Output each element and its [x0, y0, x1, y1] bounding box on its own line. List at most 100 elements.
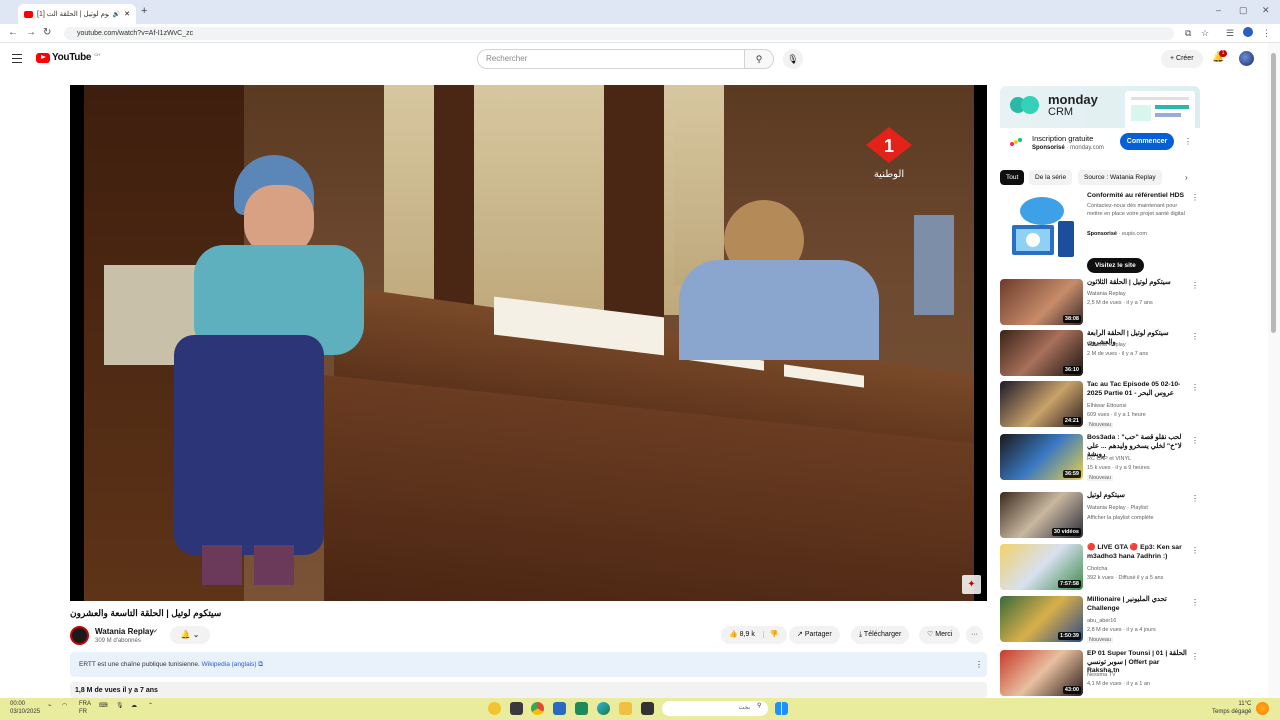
chip-series[interactable]: De la série	[1029, 170, 1073, 185]
rec-menu-icon[interactable]: ⋮	[1191, 383, 1199, 392]
description-box[interactable]: 1,8 M de vues il y a 7 ans	[70, 682, 987, 698]
sponsored-card[interactable]: Conformité au référentiel HDS Contactez-…	[1000, 191, 1200, 273]
watermark-icon: ✦	[962, 575, 981, 594]
recommendation-card[interactable]: 36:10 سيتكوم لوتيل | الحلقة الرابعة والع…	[1000, 330, 1200, 377]
install-app-icon[interactable]: ⧉	[1185, 28, 1191, 39]
subscription-bell-button[interactable]: 🔔 ⌄	[170, 626, 210, 644]
url-field[interactable]: youtube.com/watch?v=Af-I1zWvC_zc	[64, 27, 1174, 40]
download-button[interactable]: ⤓ Télécharger	[851, 626, 910, 644]
terminal-icon[interactable]	[641, 702, 654, 715]
rec-menu-icon[interactable]: ⋮	[1191, 436, 1199, 445]
rec-menu-icon[interactable]: ⋮	[1191, 332, 1199, 341]
language-indicator[interactable]: FRA FR	[79, 700, 91, 716]
rec-menu-icon[interactable]: ⋮	[1191, 281, 1199, 290]
rec-menu-icon[interactable]: ⋮	[1191, 652, 1199, 661]
rec-title: Tac au Tac Episode 05 02-10-2025 Partie …	[1087, 381, 1181, 397]
wifi-icon[interactable]: ◠	[62, 702, 67, 709]
mockup-bar	[1155, 113, 1181, 117]
windows-start-icon[interactable]	[775, 702, 788, 715]
share-label: Partager	[804, 631, 832, 638]
taskbar-search-input[interactable]: بحث	[662, 701, 768, 716]
wikipedia-link[interactable]: Wikipedia (anglais)	[202, 661, 257, 668]
share-button[interactable]: ↗ Partager	[789, 626, 840, 644]
microphone-icon[interactable]: 🎙	[116, 702, 124, 709]
store-icon[interactable]	[553, 702, 566, 715]
clock[interactable]: 00:00 03/10/2025	[10, 700, 40, 716]
recommendation-card[interactable]: 36:59 Bos3ada : لحب نقلو قصة "حب" لا"خ" …	[1000, 434, 1200, 484]
more-actions-button[interactable]: ···	[966, 626, 983, 644]
edge-icon[interactable]	[597, 702, 610, 715]
thanks-button[interactable]: ♡ Merci	[919, 626, 961, 644]
voice-search-mic-icon[interactable]: 🎙	[783, 49, 803, 69]
youtube-logo[interactable]: YouTube CH	[36, 52, 100, 63]
ad-cta-button[interactable]: Commencer	[1120, 133, 1174, 150]
channel-avatar[interactable]	[70, 626, 89, 645]
profile-icon[interactable]	[1243, 27, 1253, 37]
speaker-icon[interactable]: 🔊	[113, 11, 120, 18]
tab-close-icon[interactable]: ✕	[124, 10, 130, 18]
new-tab-button[interactable]: +	[141, 5, 147, 17]
chrome-icon[interactable]	[531, 702, 544, 715]
cloud-icon[interactable]: ☁	[131, 702, 137, 709]
rec-meta[interactable]: Afficher la playlist complète	[1087, 515, 1154, 521]
network-icon[interactable]: ⌁	[48, 702, 52, 709]
rec-menu-icon[interactable]: ⋮	[1191, 546, 1199, 555]
info-menu-icon[interactable]: ⋮	[975, 660, 983, 669]
extensions-icon[interactable]: ☰	[1226, 28, 1234, 39]
playlist-card[interactable]: 30 vidéos سيتكوم لوتيل Watania Replay · …	[1000, 492, 1200, 539]
copilot-icon[interactable]	[488, 702, 501, 715]
ad2-menu-icon[interactable]: ⋮	[1191, 193, 1199, 202]
file-explorer-icon[interactable]	[619, 702, 632, 715]
forward-arrow-icon[interactable]: →	[26, 27, 36, 38]
rec-meta: 15 k vues · il y a 9 heures	[1087, 465, 1150, 471]
video-thumbnail: 36:10	[1000, 330, 1083, 376]
rec-menu-icon[interactable]: ⋮	[1191, 598, 1199, 607]
video-frame: 1 الوطنية	[84, 85, 974, 601]
thumbs-down-icon[interactable]: 👎	[762, 631, 779, 638]
ad-screenshot-mockup	[1125, 91, 1195, 129]
menu-hamburger-icon[interactable]	[12, 54, 22, 63]
minimize-button[interactable]: –	[1216, 5, 1221, 15]
like-dislike-button[interactable]: 👍 8,9 k 👎	[721, 626, 787, 644]
video-player[interactable]: 1 الوطنية ✦	[70, 85, 987, 601]
search-button[interactable]: ⚲	[744, 49, 774, 69]
watania-channel-logo: 1 الوطنية	[866, 127, 912, 180]
browser-menu-icon[interactable]: ⋮	[1262, 28, 1271, 39]
ad-menu-icon[interactable]: ⋮	[1184, 137, 1192, 146]
browser-tab[interactable]: [1] سيتكوم لوتيل | الحلقة الت 🔊 ✕	[18, 4, 136, 24]
chip-source[interactable]: Source : Watania Replay	[1078, 170, 1162, 185]
reload-icon[interactable]: ↻	[43, 27, 51, 38]
chip-all[interactable]: Tout	[1000, 170, 1025, 185]
ad2-title: Conformité au référentiel HDS	[1087, 192, 1185, 199]
search-input[interactable]: Rechercher	[477, 49, 745, 69]
ad2-cta-button[interactable]: Visitez le site	[1087, 258, 1144, 273]
scrollbar-thumb[interactable]	[1271, 53, 1276, 333]
page-scrollbar[interactable]	[1268, 43, 1280, 698]
recommendation-card[interactable]: 38:08 سيتكوم لوتيل | الحلقة الثلاثون Wat…	[1000, 279, 1200, 326]
close-window-button[interactable]: ✕	[1262, 5, 1270, 16]
rec-menu-icon[interactable]: ⋮	[1191, 494, 1199, 503]
chips-next-chevron-icon[interactable]: ›	[1185, 173, 1188, 182]
maximize-button[interactable]: ▢	[1239, 5, 1248, 16]
recommendation-card[interactable]: 1:50:39 Millionaire | تحدي المليونير Cha…	[1000, 596, 1200, 643]
weather-widget[interactable]: 11°C Temps dégagé	[1212, 700, 1251, 716]
duration-badge: 1:50:39	[1058, 632, 1081, 640]
tray-chevron-icon[interactable]: ⌃	[148, 702, 153, 709]
recommendation-card[interactable]: 43:00 EP 01 Super Tounsi | 01 الحلقة | س…	[1000, 650, 1200, 696]
windows-taskbar: 00:00 03/10/2025 ⌁ ◠ FRA FR ⌨ 🎙 ☁ ⌃ بحث …	[0, 698, 1280, 720]
back-arrow-icon[interactable]: ←	[8, 27, 18, 38]
recommendation-card[interactable]: 24:21 Tac au Tac Episode 05 02-10-2025 P…	[1000, 381, 1200, 428]
keyboard-icon[interactable]: ⌨	[99, 702, 108, 709]
account-avatar[interactable]	[1239, 51, 1254, 66]
rec-channel: Nessma TV	[1087, 672, 1116, 678]
task-view-icon[interactable]	[510, 702, 523, 715]
youtube-play-icon	[36, 52, 50, 63]
bookmark-star-icon[interactable]: ☆	[1201, 28, 1209, 39]
playlist-count-badge: 30 vidéos	[1051, 528, 1081, 536]
channel-name[interactable]: Watania Replay	[95, 627, 154, 636]
create-button[interactable]: + Créer	[1161, 50, 1203, 68]
app-icon[interactable]	[575, 702, 588, 715]
recommendation-card[interactable]: 7:57:58 🔴 LIVE GTA 🔴 Ep3: Ken sar m3adho…	[1000, 544, 1200, 591]
rec-meta: 2,8 M de vues · il y a 4 jours	[1087, 627, 1156, 633]
ad-title[interactable]: Inscription gratuite	[1032, 134, 1093, 143]
